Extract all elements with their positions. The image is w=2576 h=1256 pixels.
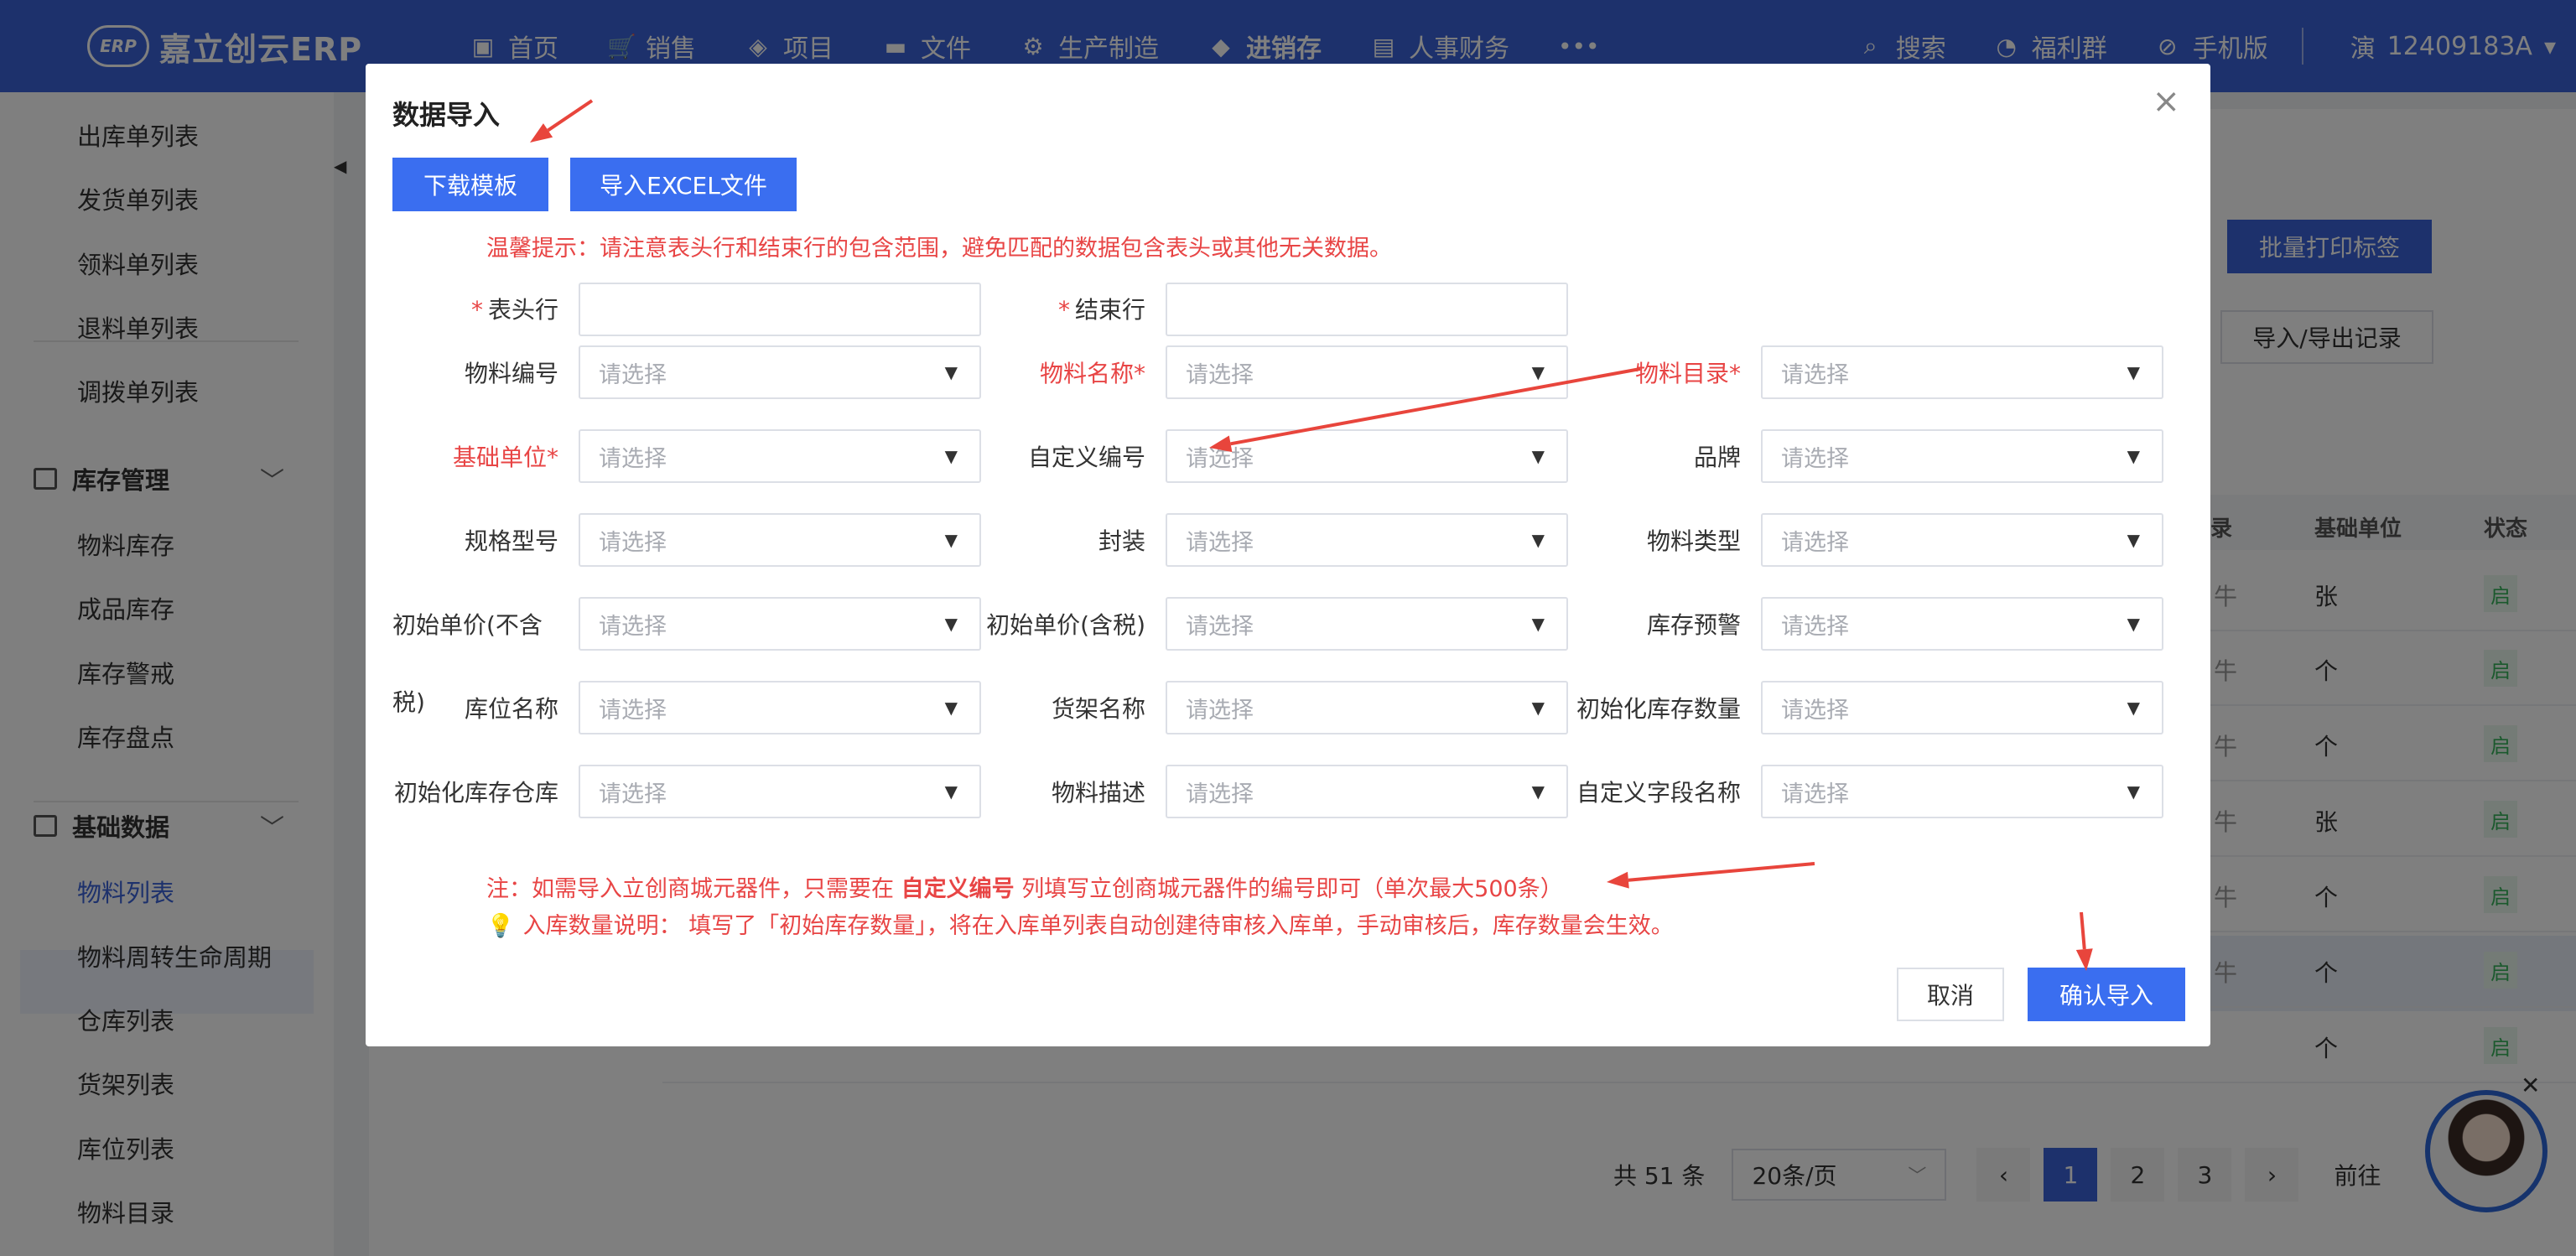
dialog-title: 数据导入 [392, 99, 501, 131]
field-label: 物料目录* [1634, 360, 1741, 387]
caret-down-icon: ▼ [944, 530, 958, 550]
field-label: 规格型号 [464, 527, 558, 555]
field-select[interactable]: 请选择 ▼ [579, 681, 981, 734]
field-select[interactable]: 请选择 ▼ [1761, 429, 2163, 483]
field-select[interactable]: 请选择 ▼ [1761, 765, 2163, 818]
field-label: 自定义编号 [1027, 444, 1145, 471]
end-row-label: * 结束行 [1057, 296, 1145, 324]
caret-down-icon: ▼ [944, 614, 958, 634]
field-label: 品牌 [1693, 444, 1741, 471]
field-select[interactable]: 请选择 ▼ [579, 513, 981, 567]
import-dialog: 数据导入 × 下载模板 导入EXCEL文件 温馨提示：请注意表头行和结束行的包含… [366, 64, 2210, 1046]
field-label: 初始单价(含税) [986, 611, 1145, 639]
field-select[interactable]: 请选择 ▼ [1761, 681, 2163, 734]
field-label: 物料编号 [464, 360, 558, 387]
caret-down-icon: ▼ [1531, 698, 1545, 718]
header-row-input[interactable] [579, 283, 981, 336]
caret-down-icon: ▼ [1531, 614, 1545, 634]
field-select[interactable]: 请选择 ▼ [579, 597, 981, 651]
field-select[interactable]: 请选择 ▼ [1166, 765, 1568, 818]
caret-down-icon: ▼ [2127, 362, 2140, 382]
caret-down-icon: ▼ [944, 781, 958, 802]
field-select[interactable]: 请选择 ▼ [1166, 681, 1568, 734]
field-select[interactable]: 请选择 ▼ [1166, 345, 1568, 399]
field-select[interactable]: 请选择 ▼ [579, 345, 981, 399]
caret-down-icon: ▼ [2127, 446, 2140, 466]
close-icon[interactable]: × [2152, 82, 2180, 121]
cancel-button[interactable]: 取消 [1897, 968, 2004, 1021]
import-excel-button[interactable]: 导入EXCEL文件 [570, 158, 797, 211]
caret-down-icon: ▼ [2127, 781, 2140, 802]
field-select[interactable]: 请选择 ▼ [1761, 345, 2163, 399]
caret-down-icon: ▼ [1531, 781, 1545, 802]
field-label: 物料名称* [1039, 360, 1145, 387]
field-select[interactable]: 请选择 ▼ [1166, 513, 1568, 567]
caret-down-icon: ▼ [944, 362, 958, 382]
field-label: 基础单位* [452, 444, 558, 471]
stock-quantity-note: 💡 入库数量说明： 填写了「初始库存数量」，将在入库单列表自动创建待审核入库单，手… [486, 913, 1674, 939]
field-label: 自定义字段名称 [1576, 779, 1741, 807]
download-template-button[interactable]: 下载模板 [392, 158, 548, 211]
field-select[interactable]: 请选择 ▼ [579, 765, 981, 818]
field-label: 初始化库存仓库 [393, 779, 558, 807]
field-label: 封装 [1098, 527, 1145, 555]
header-row-label: * 表头行 [470, 296, 558, 324]
field-select[interactable]: 请选择 ▼ [579, 429, 981, 483]
field-select[interactable]: 请选择 ▼ [1166, 429, 1568, 483]
caret-down-icon: ▼ [944, 446, 958, 466]
field-label: 物料描述 [1051, 779, 1145, 807]
end-row-input[interactable] [1166, 283, 1568, 336]
field-select[interactable]: 请选择 ▼ [1761, 597, 2163, 651]
field-label: 初始化库存数量 [1576, 695, 1741, 723]
field-label: 初始单价(不含 [392, 611, 543, 639]
caret-down-icon: ▼ [1531, 362, 1545, 382]
field-select[interactable]: 请选择 ▼ [1761, 513, 2163, 567]
confirm-import-button[interactable]: 确认导入 [2028, 968, 2185, 1021]
field-label: 库存预警 [1646, 611, 1741, 639]
caret-down-icon: ▼ [1531, 446, 1545, 466]
warm-tip: 温馨提示：请注意表头行和结束行的包含范围，避免匹配的数据包含表头或其他无关数据。 [486, 236, 1392, 262]
caret-down-icon: ▼ [2127, 698, 2140, 718]
field-label-wrap: 税) [392, 688, 425, 716]
caret-down-icon: ▼ [2127, 614, 2140, 634]
field-select[interactable]: 请选择 ▼ [1166, 597, 1568, 651]
caret-down-icon: ▼ [2127, 530, 2140, 550]
field-label: 货架名称 [1051, 695, 1145, 723]
field-label: 物料类型 [1646, 527, 1741, 555]
caret-down-icon: ▼ [944, 698, 958, 718]
import-note: 注：如需导入立创商城元器件，只需要在 自定义编号 列填写立创商城元器件的编号即可… [486, 876, 1563, 902]
lightbulb-icon: 💡 [486, 913, 515, 939]
caret-down-icon: ▼ [1531, 530, 1545, 550]
